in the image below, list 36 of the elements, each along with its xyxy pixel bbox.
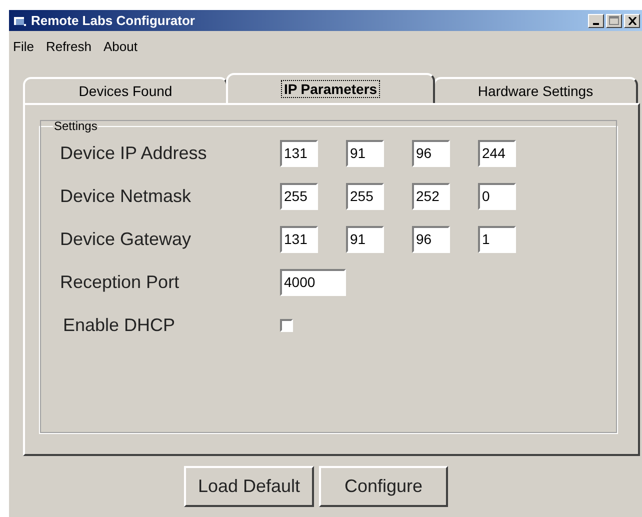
load-default-button[interactable]: Load Default bbox=[184, 466, 314, 507]
minimize-button[interactable] bbox=[588, 14, 604, 28]
configure-button[interactable]: Configure bbox=[319, 466, 448, 507]
menu-item[interactable]: File bbox=[13, 39, 34, 59]
input-field[interactable]: 255 bbox=[346, 182, 384, 210]
maximize-icon bbox=[609, 16, 619, 25]
close-button[interactable] bbox=[624, 14, 640, 28]
input-field[interactable]: 91 bbox=[346, 140, 384, 166]
input-field[interactable]: 255 bbox=[280, 182, 318, 210]
menu-item[interactable]: About bbox=[103, 39, 138, 59]
group-title: Settings bbox=[53, 119, 98, 133]
input-field[interactable]: 96 bbox=[412, 140, 450, 166]
field-label: Device IP Address bbox=[60, 142, 208, 164]
field-label: Device Gateway bbox=[60, 228, 192, 250]
input-field[interactable]: 0 bbox=[478, 182, 516, 210]
tab[interactable]: Hardware Settings bbox=[433, 77, 638, 103]
field-label: Device Netmask bbox=[60, 186, 192, 206]
window-icon bbox=[13, 14, 27, 26]
input-field[interactable]: 244 bbox=[478, 140, 516, 166]
minimize-icon bbox=[593, 22, 599, 24]
input-field[interactable]: 96 bbox=[412, 226, 450, 252]
input-field[interactable]: 131 bbox=[280, 140, 318, 166]
close-icon bbox=[628, 16, 636, 24]
checkbox[interactable] bbox=[280, 318, 293, 332]
input-field[interactable]: 4000 bbox=[280, 268, 346, 296]
maximize-button[interactable] bbox=[606, 14, 622, 28]
tab[interactable]: IP Parameters bbox=[226, 73, 436, 103]
input-field[interactable]: 252 bbox=[412, 182, 450, 210]
tab[interactable]: Devices Found bbox=[23, 77, 228, 103]
menu-item[interactable]: Refresh bbox=[46, 39, 92, 59]
field-label: Reception Port bbox=[60, 272, 180, 292]
input-field[interactable]: 1 bbox=[478, 226, 516, 252]
field-label: Enable DHCP bbox=[62, 314, 176, 336]
input-field[interactable]: 131 bbox=[280, 226, 318, 252]
window-title: Remote Labs Configurator bbox=[31, 13, 196, 28]
input-field[interactable]: 91 bbox=[346, 226, 384, 252]
